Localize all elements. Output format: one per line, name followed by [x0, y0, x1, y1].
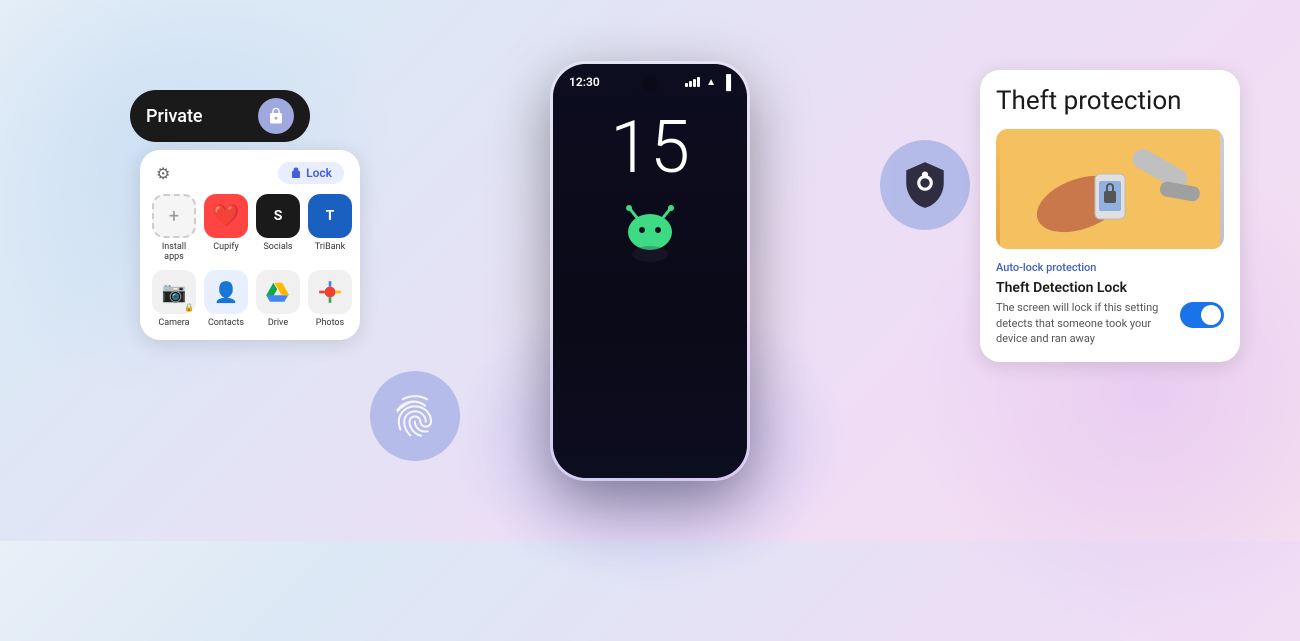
phone-container: 12:30 ▲ ▐ 15 [550, 61, 750, 481]
app-name: Socials [263, 242, 292, 252]
app-grid: + Install apps ❤️ Cupify S Socials [152, 194, 348, 328]
phone-status-icons: ▲ ▐ [685, 74, 731, 91]
fingerprint-icon [390, 391, 440, 441]
phone-camera [642, 76, 658, 92]
app-name: Install apps [152, 242, 196, 262]
socials-icon: S [256, 194, 300, 238]
photos-icon [308, 270, 352, 314]
app-name: Cupify [213, 242, 238, 252]
phone-screen: 12:30 ▲ ▐ 15 [553, 64, 747, 478]
list-item[interactable]: Photos [308, 270, 352, 328]
list-item[interactable]: ❤️ Cupify [204, 194, 248, 262]
list-item[interactable]: + Install apps [152, 194, 196, 262]
private-label: Private [146, 106, 203, 127]
signal-icon [685, 77, 700, 87]
detection-description: The screen will lock if this setting det… [996, 300, 1172, 346]
theft-detection-toggle[interactable]: ✓ [1180, 302, 1224, 328]
phone-time: 12:30 [569, 75, 600, 89]
app-name: Drive [268, 318, 288, 328]
cupify-icon: ❤️ [204, 194, 248, 238]
lock-svg [267, 107, 285, 125]
drive-svg [265, 279, 291, 305]
app-grid-panel: ⚙ Lock + Install apps ❤️ Cupify [140, 150, 360, 340]
app-name: Camera [158, 318, 189, 328]
app-grid-header: ⚙ Lock [152, 162, 348, 184]
app-name: Photos [316, 318, 344, 328]
android-mascot [610, 204, 690, 264]
theft-illustration [996, 129, 1224, 249]
lock-btn-label: Lock [306, 166, 332, 180]
list-item[interactable]: S Socials [256, 194, 300, 262]
list-item[interactable]: Drive [256, 270, 300, 328]
phone: 12:30 ▲ ▐ 15 [550, 61, 750, 481]
app-name: TriBank [315, 242, 345, 252]
android-mascot-svg [610, 204, 690, 264]
photos-svg [317, 279, 343, 305]
private-lock-icon [258, 98, 294, 134]
theft-protection-title: Theft protection [996, 86, 1224, 117]
contacts-icon: 👤 [204, 270, 248, 314]
theft-protection-image [996, 129, 1224, 249]
private-toggle[interactable]: Private [130, 90, 310, 142]
fingerprint-bubble [370, 371, 460, 461]
drive-icon [256, 270, 300, 314]
settings-gear-icon[interactable]: ⚙ [156, 164, 170, 183]
install-apps-icon: + [152, 194, 196, 238]
shield-icon [900, 160, 950, 210]
lock-button[interactable]: Lock [278, 162, 344, 184]
app-name: Contacts [208, 318, 244, 328]
tribank-icon: T [308, 194, 352, 238]
left-panel: Private ⚙ Lock + Install apps [130, 90, 360, 340]
toggle-check-icon: ✓ [1207, 307, 1219, 323]
detection-lock-title: Theft Detection Lock [996, 280, 1224, 296]
camera-icon: 📷 🔒 [152, 270, 196, 314]
auto-lock-label: Auto-lock protection [996, 261, 1224, 274]
detection-row: The screen will lock if this setting det… [996, 300, 1224, 346]
list-item[interactable]: 👤 Contacts [204, 270, 248, 328]
phone-display-number: 15 [610, 112, 690, 184]
shield-bubble [880, 140, 970, 230]
lock-btn-icon [290, 167, 302, 179]
list-item[interactable]: 📷 🔒 Camera [152, 270, 196, 328]
theft-protection-panel: Theft protection Auto-lock protection Th… [980, 70, 1240, 362]
list-item[interactable]: T TriBank [308, 194, 352, 262]
